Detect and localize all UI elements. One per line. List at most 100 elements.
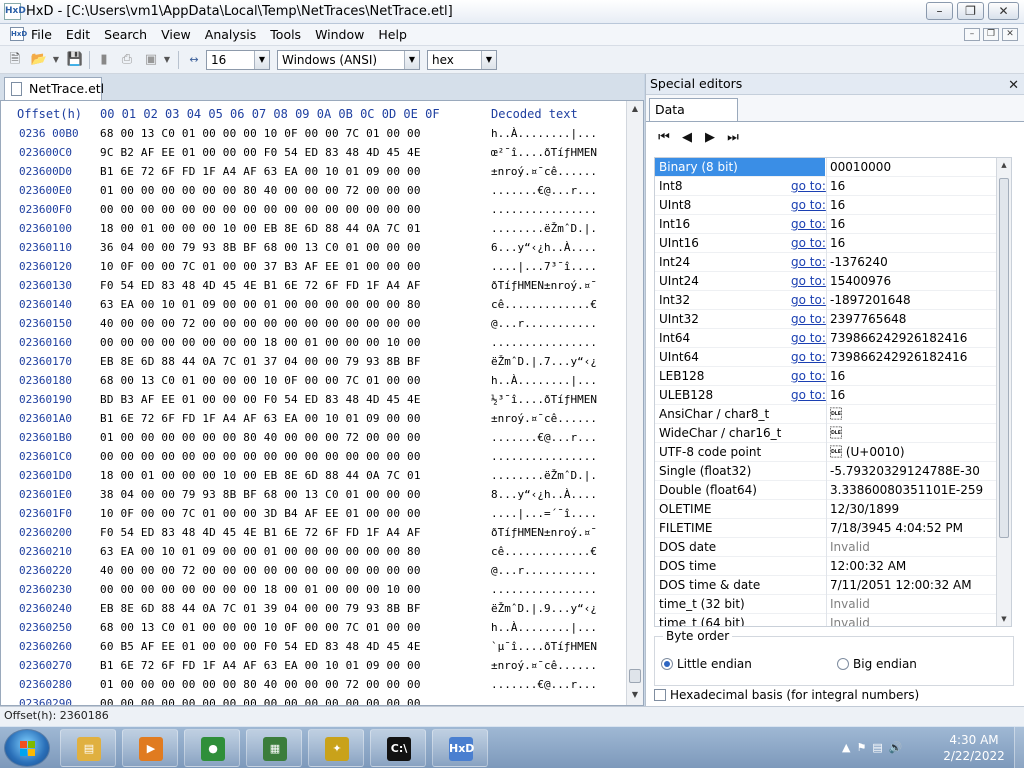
inspector-row[interactable]: Int24 go to: -1376240 [655, 253, 997, 272]
bytes-per-row-select[interactable]: 16 ▼ [206, 50, 270, 70]
inspector-row[interactable]: UInt32 go to: 2397765648 [655, 310, 997, 329]
taskbar-file-explorer[interactable]: ▤ [60, 729, 116, 767]
inspector-value[interactable]: 12/30/1899 [830, 500, 899, 518]
inspector-value[interactable]: 16 [830, 196, 845, 214]
document-restore-button[interactable]: ❐ [983, 28, 999, 41]
menu-tools[interactable]: Tools [270, 27, 301, 42]
goto-link[interactable]: go to: [791, 196, 826, 214]
inspector-value[interactable]: 16 [830, 386, 845, 404]
hxd-app-icon[interactable]: HxD [4, 3, 26, 20]
inspector-row[interactable]: UTF-8 code point  (U+0010) [655, 443, 997, 462]
properties-dropdown-icon[interactable]: ▼ [161, 51, 173, 68]
menu-search[interactable]: Search [104, 27, 147, 42]
taskbar-hxd-editor[interactable]: HxD [432, 729, 488, 767]
inspector-row[interactable]: UInt64 go to: 739866242926182416 [655, 348, 997, 367]
inspector-value[interactable]: 739866242926182416 [830, 348, 967, 366]
menu-analysis[interactable]: Analysis [205, 27, 257, 42]
inspector-row[interactable]: DOS time 12:00:32 AM [655, 557, 997, 576]
first-icon[interactable]: ⏮ [656, 130, 672, 146]
menu-edit[interactable]: Edit [66, 27, 90, 42]
inspector-value[interactable]: 7/11/2051 12:00:32 AM [830, 576, 972, 594]
properties-icon[interactable]: ▣ [142, 51, 160, 68]
charset-select[interactable]: Windows (ANSI) ▼ [277, 50, 420, 70]
hex-editor-pane[interactable]: Offset(h) 00 01 02 03 04 05 06 07 08 09 … [0, 100, 644, 706]
goto-link[interactable]: go to: [791, 348, 826, 366]
inspector-row[interactable]: Binary (8 bit) 00010000 [655, 158, 997, 177]
last-icon[interactable]: ⏭ [725, 130, 741, 146]
taskbar-chrome[interactable]: ● [184, 729, 240, 767]
show-desktop-button[interactable] [1014, 727, 1024, 768]
clock[interactable]: 4:30 AM 2/22/2022 [938, 732, 1010, 764]
goto-link[interactable]: go to: [791, 329, 826, 347]
start-button[interactable] [4, 729, 50, 767]
inspector-scrollbar[interactable]: ▲ ▼ [996, 158, 1011, 626]
inspector-value[interactable]: 16 [830, 234, 845, 252]
taskbar-wizard-tool[interactable]: ✦ [308, 729, 364, 767]
inspector-row[interactable]: AnsiChar / char8_t  [655, 405, 997, 424]
goto-link[interactable]: go to: [791, 272, 826, 290]
close-button[interactable]: ✕ [988, 2, 1019, 20]
previous-icon[interactable]: ◀ [679, 130, 695, 146]
print-icon[interactable]: ⎙ [118, 51, 136, 68]
inspector-row[interactable]: time_t (64 bit) Invalid [655, 614, 997, 626]
inspector-row[interactable]: DOS time & date 7/11/2051 12:00:32 AM [655, 576, 997, 595]
minimize-button[interactable]: – [926, 2, 953, 20]
hex-basis-checkbox[interactable]: Hexadecimal basis (for integral numbers) [654, 688, 919, 702]
hex-scrollbar[interactable]: ▲ ▼ [626, 101, 643, 705]
menu-file[interactable]: File [31, 27, 52, 42]
inspector-value[interactable]: -5.79320329124788E-30 [830, 462, 980, 480]
inspector-row[interactable]: DOS date Invalid [655, 538, 997, 557]
inspector-row[interactable]: Int8 go to: 16 [655, 177, 997, 196]
offset-base-select[interactable]: hex ▼ [427, 50, 497, 70]
big-endian-radio[interactable]: Big endian [837, 657, 917, 671]
inspector-row[interactable]: UInt16 go to: 16 [655, 234, 997, 253]
maximize-button[interactable]: ❐ [957, 2, 984, 20]
close-icon[interactable]: ✕ [1008, 76, 1019, 96]
inspector-row[interactable]: WideChar / char16_t  [655, 424, 997, 443]
inspector-row[interactable]: Int64 go to: 739866242926182416 [655, 329, 997, 348]
inspector-value[interactable]: 3.33860080351101E-259 [830, 481, 983, 499]
new-file-icon[interactable]: 🗎 [6, 51, 24, 68]
inspector-row[interactable]: LEB128 go to: 16 [655, 367, 997, 386]
inspector-row[interactable]: Int32 go to: -1897201648 [655, 291, 997, 310]
little-endian-radio[interactable]: Little endian [661, 657, 752, 671]
scroll-down-icon[interactable]: ▼ [627, 687, 643, 703]
menu-view[interactable]: View [161, 27, 191, 42]
goto-link[interactable]: go to: [791, 367, 826, 385]
inspector-value[interactable]: 12:00:32 AM [830, 557, 906, 575]
inspector-row[interactable]: ULEB128 go to: 16 [655, 386, 997, 405]
inspector-value[interactable]:  [830, 424, 842, 442]
inspector-value[interactable]: Invalid [830, 614, 870, 626]
next-icon[interactable]: ▶ [702, 130, 718, 146]
inspector-row[interactable]: UInt24 go to: 15400976 [655, 272, 997, 291]
inspector-value[interactable]: Invalid [830, 595, 870, 613]
action-center-icon[interactable]: ⚑ [856, 741, 866, 754]
inspector-value[interactable]: 16 [830, 367, 845, 385]
scroll-thumb[interactable] [629, 669, 641, 683]
delete-icon[interactable]: ▮ [95, 51, 113, 68]
goto-link[interactable]: go to: [791, 310, 826, 328]
scroll-down-icon[interactable]: ▼ [997, 612, 1011, 626]
scroll-up-icon[interactable]: ▲ [997, 158, 1011, 172]
inspector-row[interactable]: Double (float64) 3.33860080351101E-259 [655, 481, 997, 500]
tab-nettrace[interactable]: NetTrace.etl [4, 77, 104, 101]
menu-help[interactable]: Help [378, 27, 407, 42]
inspector-value[interactable]:  (U+0010) [830, 443, 905, 461]
inspector-value[interactable]: 16 [830, 177, 845, 195]
inspector-value[interactable]: -1376240 [830, 253, 888, 271]
taskbar-command-prompt[interactable]: C:\ [370, 729, 426, 767]
menu-window[interactable]: Window [315, 27, 364, 42]
goto-link[interactable]: go to: [791, 177, 826, 195]
network-icon[interactable]: ▤ [872, 741, 882, 754]
inspector-value[interactable]: 15400976 [830, 272, 891, 290]
inspector-value[interactable]: 739866242926182416 [830, 329, 967, 347]
inspector-row[interactable]: time_t (32 bit) Invalid [655, 595, 997, 614]
goto-link[interactable]: go to: [791, 215, 826, 233]
scroll-thumb[interactable] [999, 178, 1009, 538]
document-minimize-button[interactable]: – [964, 28, 980, 41]
inspector-value[interactable]: 00010000 [830, 158, 891, 176]
taskbar-media-player[interactable]: ▶ [122, 729, 178, 767]
document-close-button[interactable]: ✕ [1002, 28, 1018, 41]
inspector-value[interactable]: 7/18/3945 4:04:52 PM [830, 519, 963, 537]
inspector-row[interactable]: Int16 go to: 16 [655, 215, 997, 234]
